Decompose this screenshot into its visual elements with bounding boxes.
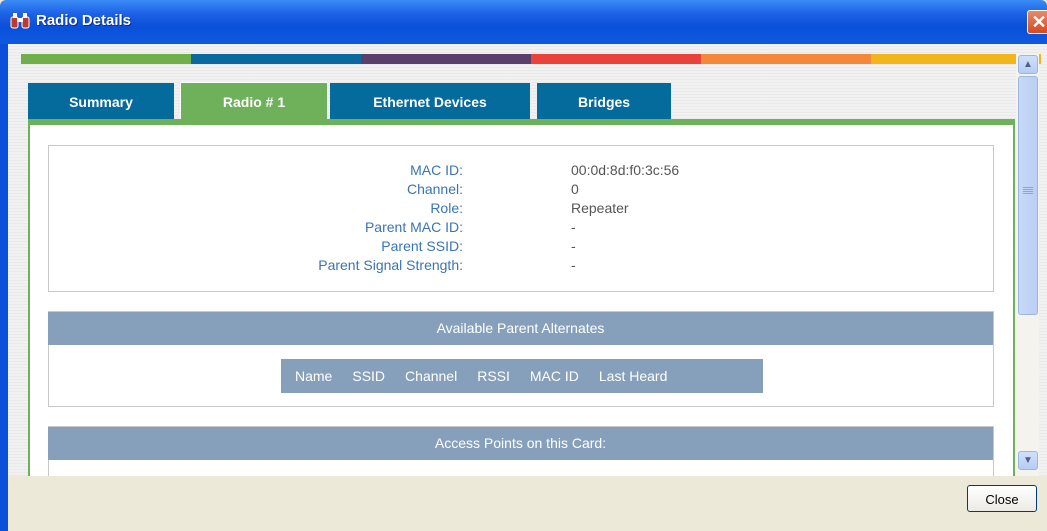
mac-id-value: 00:0d:8d:f0:3c:56 xyxy=(571,162,680,178)
tab-radio-1[interactable]: Radio # 1 xyxy=(180,82,328,121)
color-strip-segment xyxy=(191,54,361,64)
tab-ethernet-devices[interactable]: Ethernet Devices xyxy=(330,83,530,121)
binoculars-icon xyxy=(10,13,30,29)
tab-bridges[interactable]: Bridges xyxy=(537,83,671,121)
radio-info-card: MAC ID: 00:0d:8d:f0:3c:56 Channel: 0 Rol… xyxy=(48,145,994,292)
scrollbar-grip-icon xyxy=(1023,186,1033,194)
color-strip xyxy=(21,54,1041,64)
access-points-header: Access Points on this Card: xyxy=(48,427,993,460)
content-area: Summary Radio # 1 Ethernet Devices Bridg… xyxy=(8,44,1047,476)
channel-label: Channel: xyxy=(406,181,463,197)
close-button[interactable]: Close xyxy=(967,485,1037,512)
parent-signal-strength-value: - xyxy=(571,257,576,273)
role-label: Role: xyxy=(430,200,463,216)
parent-alternates-header: Available Parent Alternates xyxy=(48,312,993,345)
tab-summary[interactable]: Summary xyxy=(28,83,174,121)
color-strip-segment xyxy=(531,54,701,64)
parent-signal-strength-label: Parent Signal Strength: xyxy=(318,257,463,273)
window-close-button[interactable]: ✕ xyxy=(1027,10,1047,34)
column-header-rssi: RSSI xyxy=(477,368,510,384)
column-header-last-heard: Last Heard xyxy=(598,368,668,384)
mac-id-label: MAC ID: xyxy=(410,162,463,178)
channel-value: 0 xyxy=(571,181,579,197)
parent-ssid-label: Parent SSID: xyxy=(381,238,463,254)
color-strip-segment xyxy=(701,54,871,64)
title-bar: Radio Details ✕ xyxy=(0,0,1047,44)
alternates-table-header: Name SSID Channel RSSI MAC ID Last Heard xyxy=(281,359,763,393)
color-strip-segment xyxy=(21,54,191,64)
dialog-footer xyxy=(8,476,1047,531)
column-header-channel: Channel xyxy=(405,368,458,384)
parent-ssid-value: - xyxy=(571,238,576,254)
parent-mac-id-label: Parent MAC ID: xyxy=(364,219,463,235)
color-strip-segment xyxy=(361,54,531,64)
column-header-name: Name xyxy=(295,368,333,384)
role-value: Repeater xyxy=(571,200,629,216)
scroll-up-button[interactable]: ▲ xyxy=(1018,55,1038,74)
column-header-ssid: SSID xyxy=(352,368,386,384)
parent-mac-id-value: - xyxy=(571,219,576,235)
window-frame xyxy=(0,44,8,531)
scroll-down-button[interactable]: ▼ xyxy=(1018,451,1038,470)
window-title: Radio Details xyxy=(36,12,132,29)
column-header-mac-id: MAC ID xyxy=(529,368,579,384)
scrollbar-thumb[interactable] xyxy=(1018,76,1038,315)
